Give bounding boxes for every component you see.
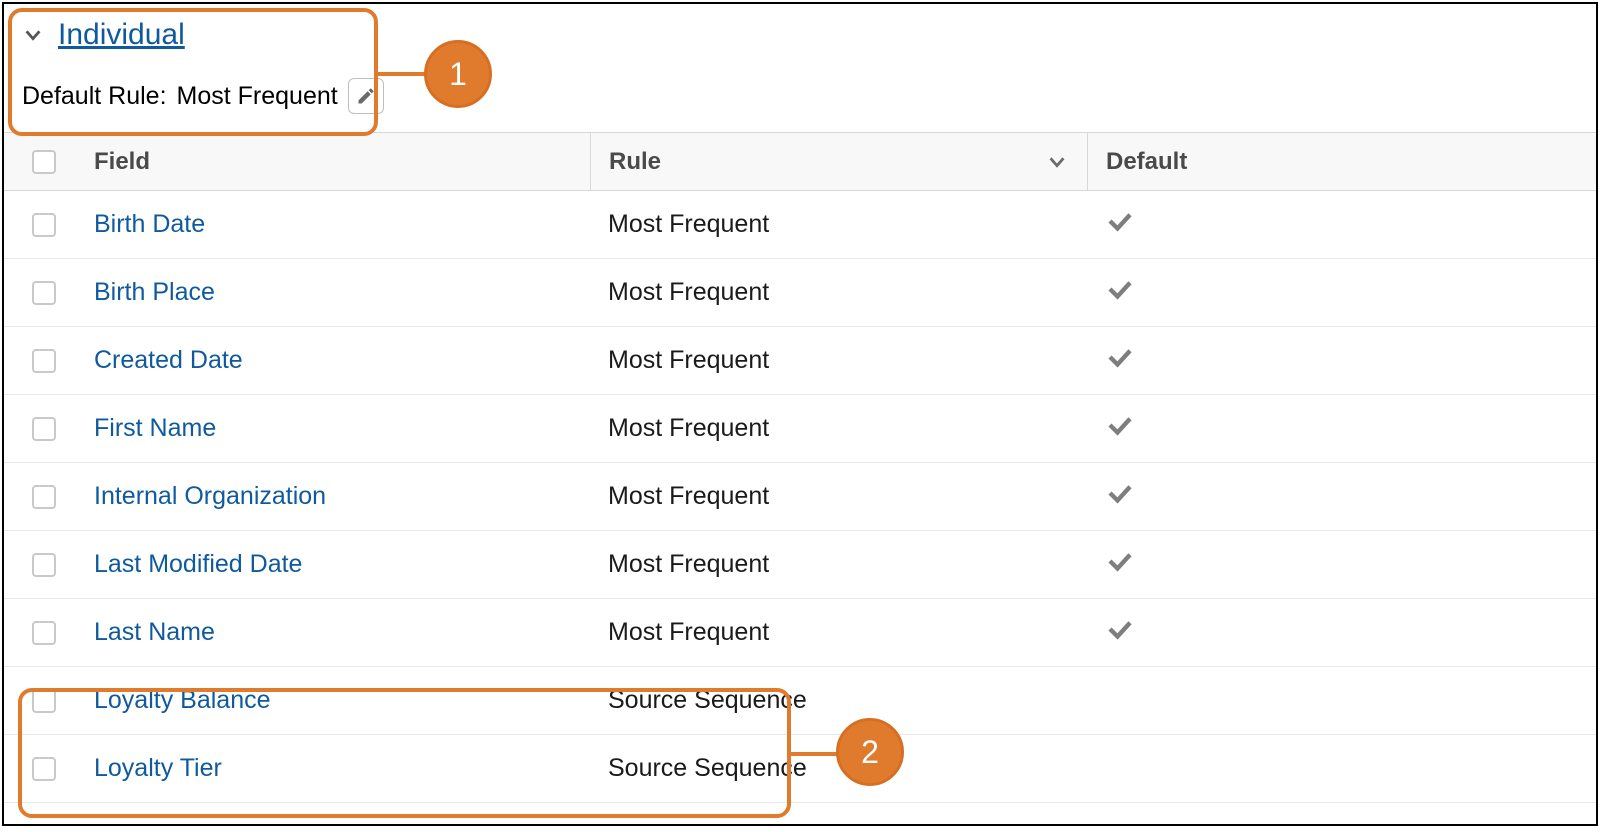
row-check-col	[4, 485, 84, 509]
row-rule-col: Most Frequent	[590, 531, 1087, 598]
header-rule-label: Rule	[609, 148, 661, 176]
field-link[interactable]: Last Name	[94, 618, 215, 647]
row-field-col: Birth Date	[84, 210, 590, 239]
annotation-callout-1	[8, 8, 378, 136]
check-icon	[1105, 410, 1135, 447]
field-link[interactable]: Birth Place	[94, 278, 215, 307]
row-check-col	[4, 349, 84, 373]
check-icon	[1105, 342, 1135, 379]
row-field-col: First Name	[84, 414, 590, 443]
row-rule-value: Most Frequent	[608, 550, 769, 579]
table-row: First Name Most Frequent	[4, 395, 1596, 463]
header-rule[interactable]: Rule	[590, 133, 1087, 190]
field-link[interactable]: Internal Organization	[94, 482, 326, 511]
table-row: Birth Place Most Frequent	[4, 259, 1596, 327]
row-rule-col: Most Frequent	[590, 259, 1087, 326]
annotation-line-2	[790, 752, 840, 756]
row-checkbox[interactable]	[32, 621, 56, 645]
row-check-col	[4, 281, 84, 305]
row-field-col: Internal Organization	[84, 482, 590, 511]
check-icon	[1105, 478, 1135, 515]
row-default-col	[1087, 327, 1596, 394]
header-default[interactable]: Default	[1087, 133, 1596, 190]
row-checkbox[interactable]	[32, 485, 56, 509]
annotation-badge-1: 1	[424, 40, 492, 108]
table-row: Internal Organization Most Frequent	[4, 463, 1596, 531]
row-default-col	[1087, 735, 1596, 802]
row-checkbox[interactable]	[32, 553, 56, 577]
row-rule-value: Most Frequent	[608, 210, 769, 239]
annotation-callout-2	[18, 688, 791, 818]
field-link[interactable]: Last Modified Date	[94, 550, 302, 579]
row-rule-col: Most Frequent	[590, 191, 1087, 258]
table-row: Last Modified Date Most Frequent	[4, 531, 1596, 599]
row-checkbox[interactable]	[32, 281, 56, 305]
row-default-col	[1087, 667, 1596, 734]
check-icon	[1105, 206, 1135, 243]
select-all-checkbox[interactable]	[32, 150, 56, 174]
row-field-col: Created Date	[84, 346, 590, 375]
check-icon	[1105, 546, 1135, 583]
row-rule-col: Most Frequent	[590, 327, 1087, 394]
row-field-col: Last Name	[84, 618, 590, 647]
table-header: Field Rule Default	[4, 133, 1596, 191]
annotation-line-1	[378, 72, 428, 76]
row-rule-col: Most Frequent	[590, 463, 1087, 530]
row-check-col	[4, 621, 84, 645]
table-row: Last Name Most Frequent	[4, 599, 1596, 667]
row-default-col	[1087, 531, 1596, 598]
check-icon	[1105, 614, 1135, 651]
header-field[interactable]: Field	[84, 148, 590, 176]
field-link[interactable]: Created Date	[94, 346, 243, 375]
row-check-col	[4, 553, 84, 577]
row-checkbox[interactable]	[32, 417, 56, 441]
row-field-col: Birth Place	[84, 278, 590, 307]
row-rule-value: Most Frequent	[608, 278, 769, 307]
row-check-col	[4, 213, 84, 237]
row-default-col	[1087, 191, 1596, 258]
row-rule-value: Most Frequent	[608, 414, 769, 443]
row-field-col: Last Modified Date	[84, 550, 590, 579]
row-default-col	[1087, 259, 1596, 326]
row-rule-col: Most Frequent	[590, 599, 1087, 666]
row-checkbox[interactable]	[32, 349, 56, 373]
row-check-col	[4, 417, 84, 441]
table-row: Created Date Most Frequent	[4, 327, 1596, 395]
main-frame: Individual Default Rule: Most Frequent F…	[2, 2, 1598, 826]
field-link[interactable]: First Name	[94, 414, 216, 443]
row-rule-col: Most Frequent	[590, 395, 1087, 462]
row-checkbox[interactable]	[32, 213, 56, 237]
annotation-badge-2: 2	[836, 718, 904, 786]
row-rule-value: Most Frequent	[608, 618, 769, 647]
header-check-col	[4, 150, 84, 174]
table-row: Birth Date Most Frequent	[4, 191, 1596, 259]
row-rule-value: Most Frequent	[608, 346, 769, 375]
row-rule-value: Most Frequent	[608, 482, 769, 511]
row-default-col	[1087, 395, 1596, 462]
row-default-col	[1087, 599, 1596, 666]
chevron-down-icon	[1045, 150, 1069, 174]
row-default-col	[1087, 463, 1596, 530]
field-link[interactable]: Birth Date	[94, 210, 205, 239]
check-icon	[1105, 274, 1135, 311]
